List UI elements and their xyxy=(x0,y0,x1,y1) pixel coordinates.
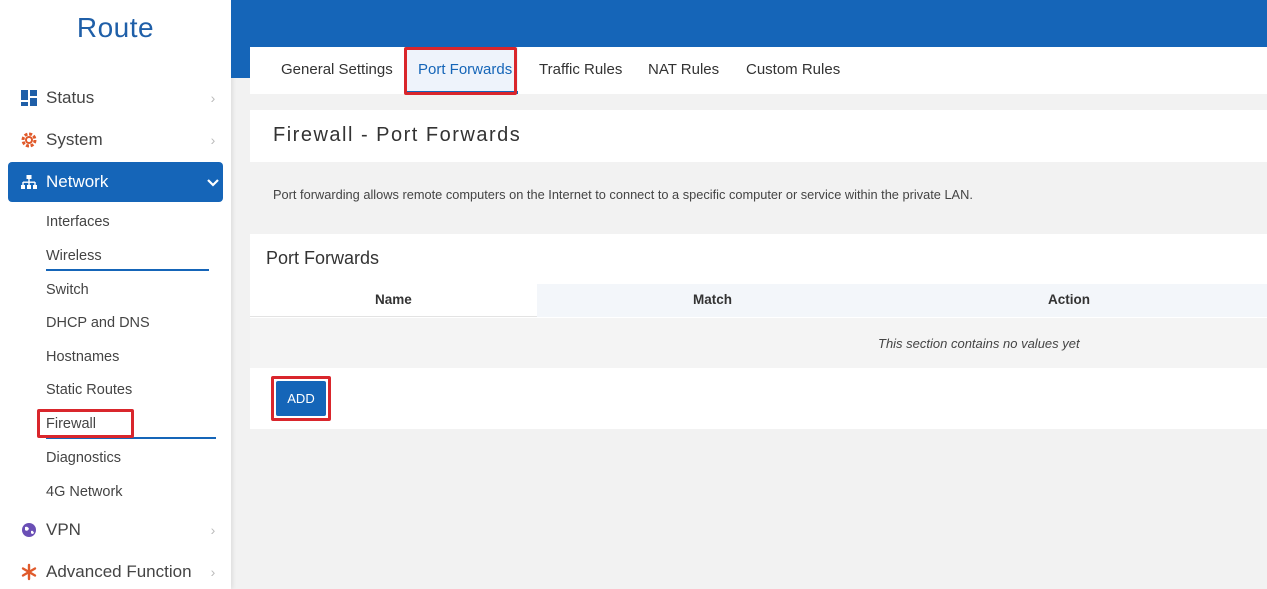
brand-logo: Route xyxy=(76,12,155,43)
column-header-action: Action xyxy=(1048,292,1090,307)
chevron-right-icon: › xyxy=(210,564,216,580)
port-forwards-tab-highlight-box xyxy=(404,47,517,95)
sidebar: Route Status › System › Network Interfac… xyxy=(0,0,231,589)
asterisk-icon xyxy=(20,563,38,581)
sidebar-item-advanced-function[interactable]: Advanced Function › xyxy=(8,552,223,589)
chevron-down-icon xyxy=(203,174,223,190)
sidebar-subitem-static-routes[interactable]: Static Routes xyxy=(46,378,132,402)
sidebar-item-label: Status xyxy=(46,88,95,107)
chevron-right-icon: › xyxy=(210,90,216,106)
sidebar-subitem-dhcp-dns[interactable]: DHCP and DNS xyxy=(46,311,150,335)
sidebar-subitem-4g-network[interactable]: 4G Network xyxy=(46,480,123,504)
sidebar-subitem-wireless[interactable]: Wireless xyxy=(46,244,102,268)
chevron-right-icon: › xyxy=(210,522,216,538)
empty-table-message: This section contains no values yet xyxy=(878,336,1080,351)
sidebar-item-vpn[interactable]: VPN › xyxy=(8,510,223,550)
sidebar-item-system[interactable]: System › xyxy=(8,120,223,160)
sidebar-item-label: Network xyxy=(46,172,109,191)
sidebar-item-status[interactable]: Status › xyxy=(8,78,223,118)
add-button-highlight-box xyxy=(271,376,331,421)
tab-general-settings[interactable]: General Settings xyxy=(281,47,393,94)
tab-nat-rules[interactable]: NAT Rules xyxy=(648,47,719,94)
sidebar-subitem-interfaces[interactable]: Interfaces xyxy=(46,210,110,234)
column-header-name: Name xyxy=(375,292,412,307)
section-title: Port Forwards xyxy=(266,248,380,268)
tab-custom-rules[interactable]: Custom Rules xyxy=(746,47,840,94)
sidebar-item-label: VPN xyxy=(46,520,81,539)
page-description: Port forwarding allows remote computers … xyxy=(273,187,973,202)
wireless-underline xyxy=(46,269,209,271)
sidebar-item-label: System xyxy=(46,130,103,149)
sidebar-subitem-switch[interactable]: Switch xyxy=(46,278,89,302)
table-empty-row xyxy=(250,318,1267,368)
sidebar-subitem-hostnames[interactable]: Hostnames xyxy=(46,345,119,369)
header-shaded-area xyxy=(537,284,1267,317)
tab-traffic-rules[interactable]: Traffic Rules xyxy=(539,47,622,94)
sidebar-item-network[interactable]: Network xyxy=(8,162,223,202)
page-title: Firewall - Port Forwards xyxy=(273,124,522,146)
dashboard-icon xyxy=(20,89,38,107)
sidebar-item-label: Advanced Function xyxy=(46,562,192,581)
sidebar-subitem-diagnostics[interactable]: Diagnostics xyxy=(46,446,121,470)
column-header-match: Match xyxy=(693,292,733,307)
gear-icon xyxy=(20,131,38,149)
network-tree-icon xyxy=(20,173,38,191)
chevron-right-icon: › xyxy=(210,132,216,148)
vpn-globe-icon xyxy=(20,521,38,539)
firewall-highlight-box xyxy=(37,409,134,438)
